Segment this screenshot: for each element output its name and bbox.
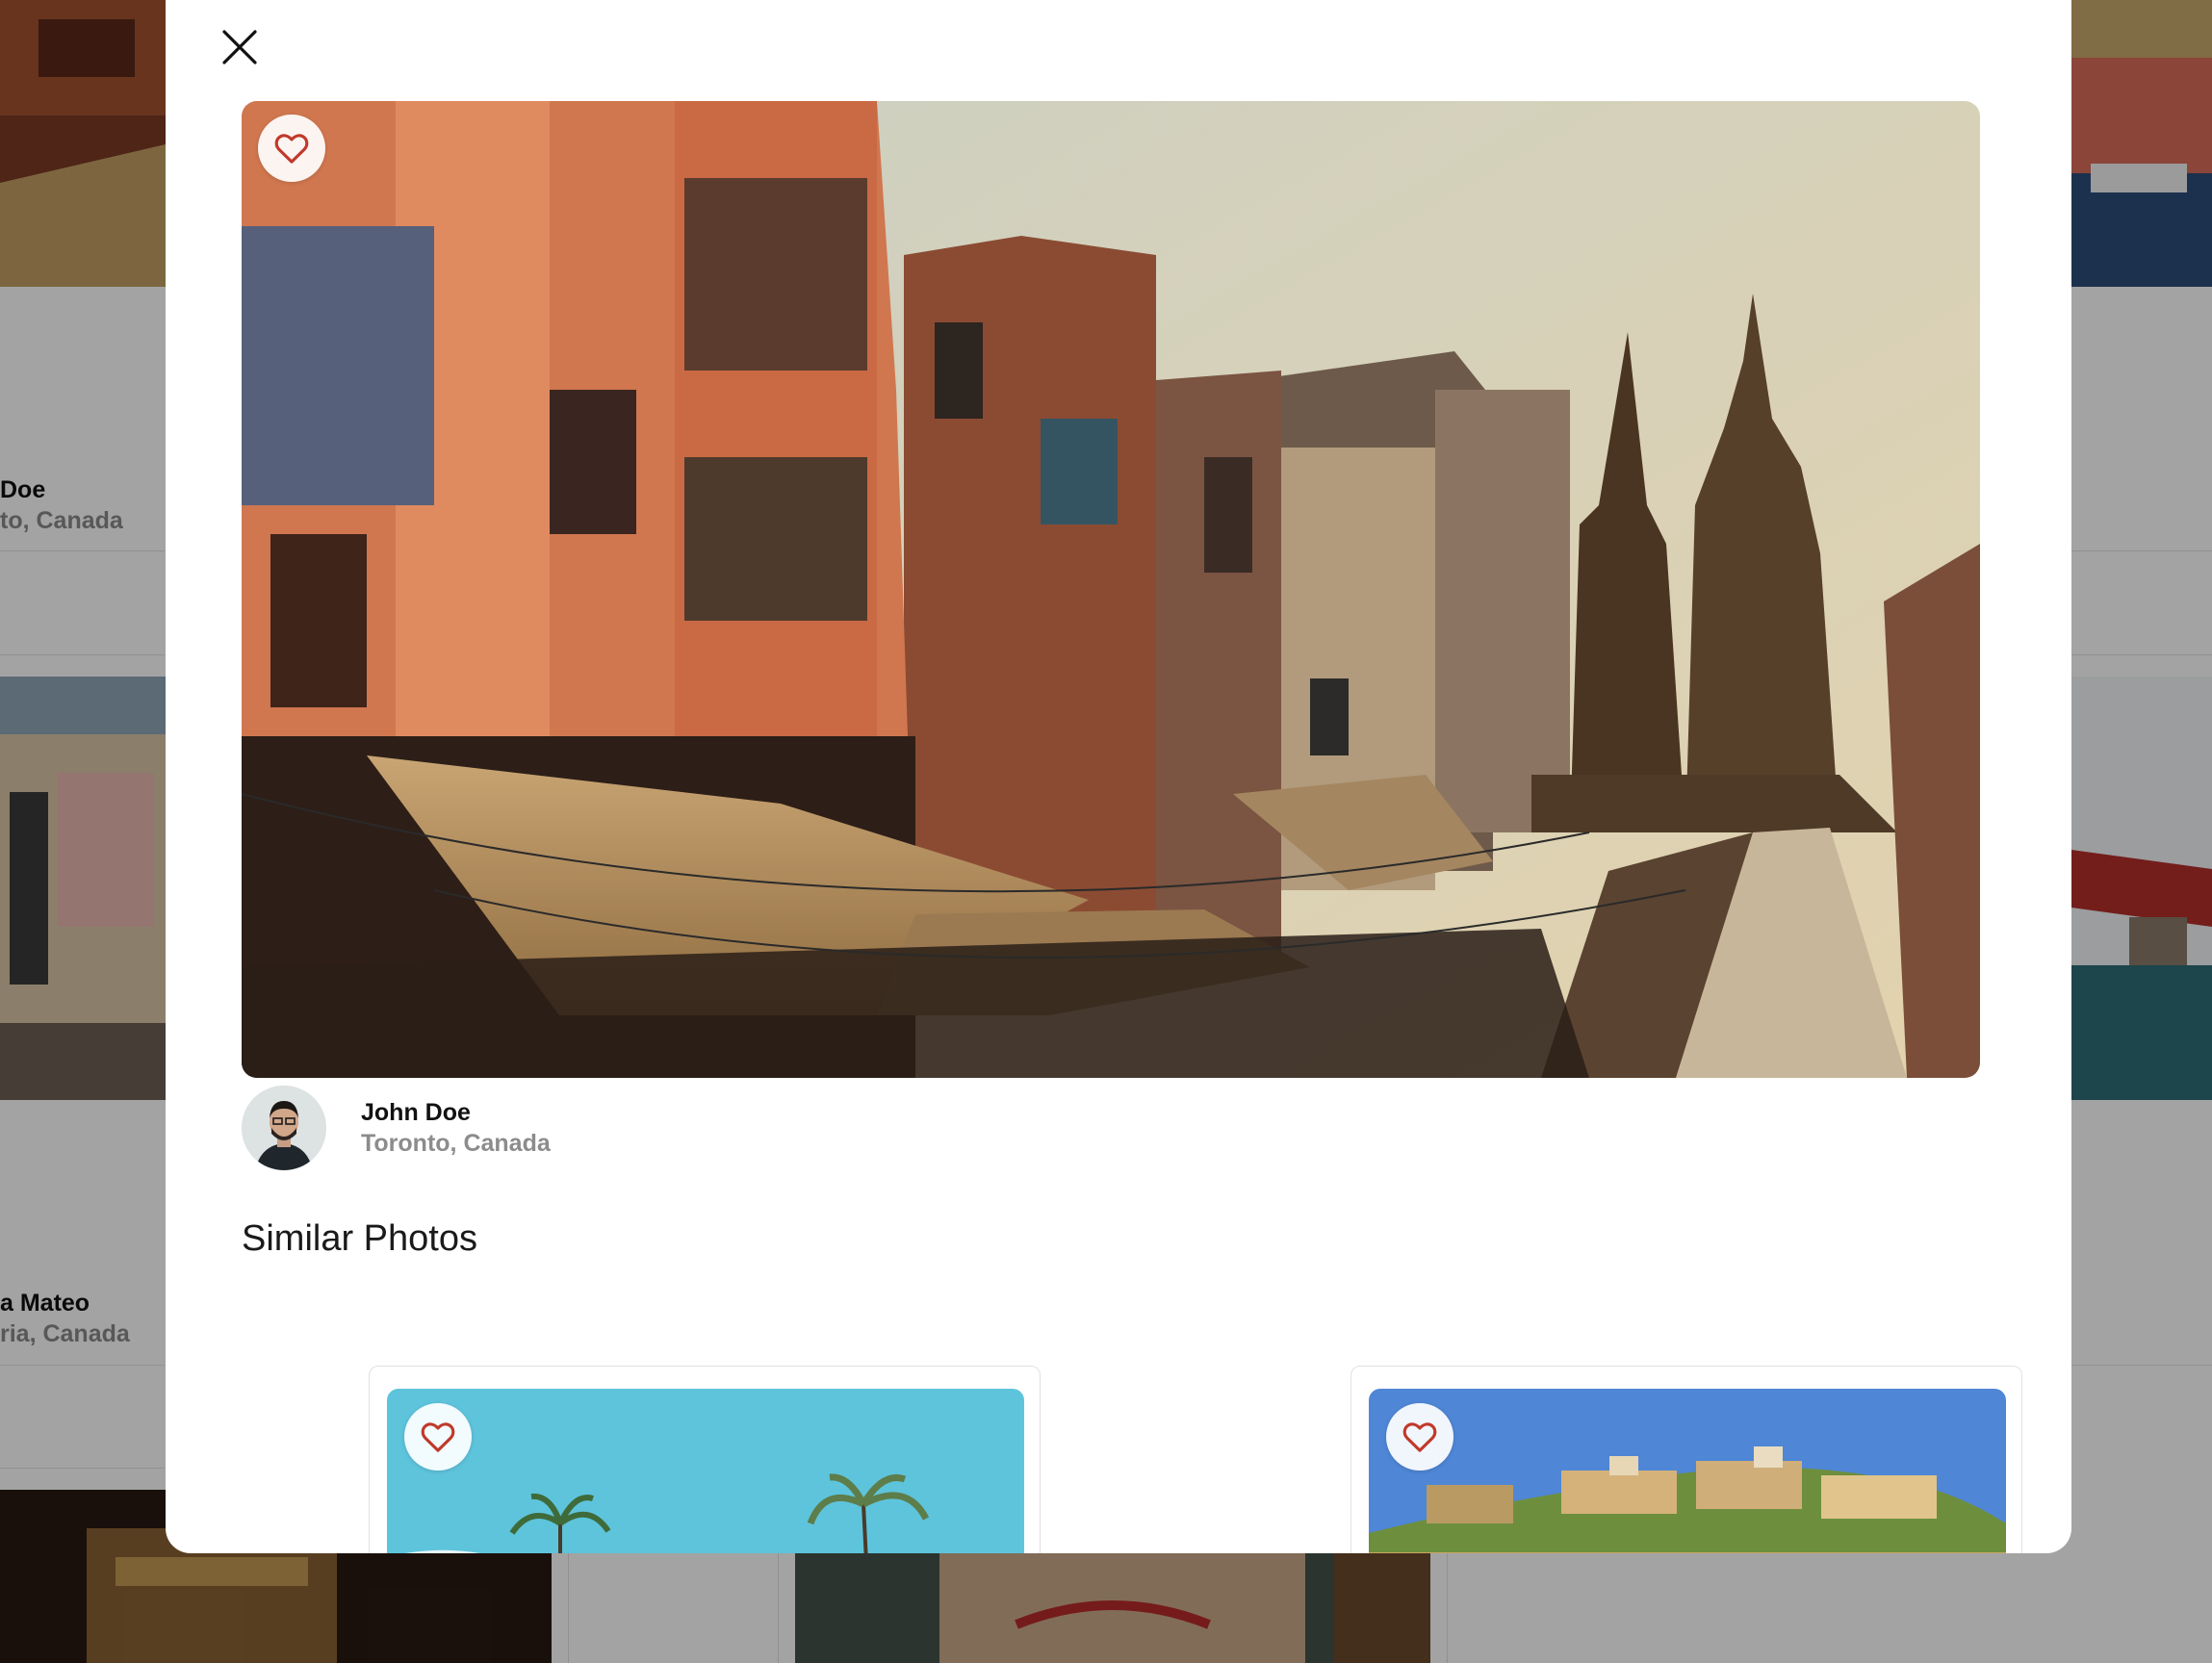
avatar-image (242, 1086, 326, 1170)
similar-photo-card[interactable] (1350, 1366, 2022, 1553)
similar-photo-town-image (1369, 1389, 2006, 1553)
similar-photo-image[interactable] (1369, 1389, 2006, 1553)
like-button[interactable] (404, 1403, 472, 1471)
heart-icon (274, 134, 309, 164)
author-info[interactable]: John Doe Toronto, Canada (242, 1086, 551, 1170)
avatar[interactable] (242, 1086, 326, 1170)
similar-photo-palm-image (387, 1389, 1024, 1553)
hero-photo-image (242, 101, 1980, 1078)
close-button[interactable] (216, 23, 264, 71)
author-location: Toronto, Canada (361, 1130, 551, 1157)
similar-photos-title: Similar Photos (242, 1218, 477, 1259)
like-button[interactable] (1386, 1403, 1453, 1471)
heart-icon (421, 1422, 455, 1452)
like-button[interactable] (258, 115, 325, 182)
author-name[interactable]: John Doe (361, 1097, 551, 1128)
similar-photo-image[interactable] (387, 1389, 1024, 1553)
similar-photo-card[interactable] (369, 1366, 1041, 1553)
photo-modal: John Doe Toronto, Canada Similar Photos (166, 0, 2071, 1553)
heart-icon (1402, 1422, 1437, 1452)
close-icon (222, 30, 257, 64)
hero-photo[interactable] (242, 101, 1980, 1078)
